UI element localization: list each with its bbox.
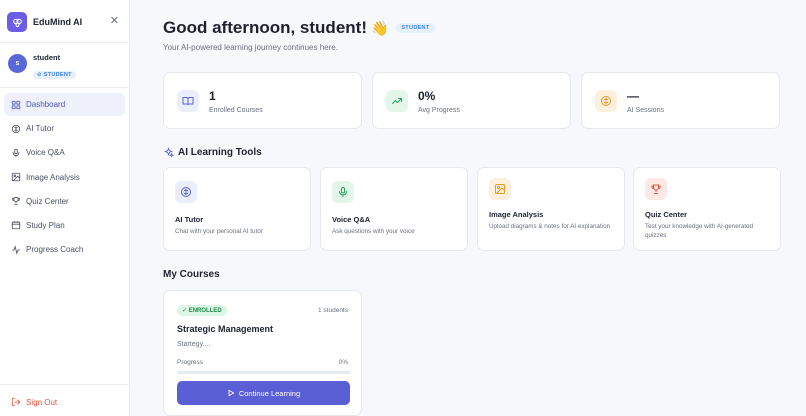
trending-up-icon: [386, 90, 408, 112]
brand-name: EduMind AI: [33, 17, 83, 27]
tool-card-voice-qa[interactable]: Voice Q&A Ask questions with your voice: [320, 167, 468, 251]
activity-icon: [11, 244, 21, 255]
stat-card-sessions: — AI Sessions: [581, 72, 780, 129]
stat-value: 1: [209, 89, 216, 103]
divider: [0, 87, 130, 88]
progress-bar: [177, 371, 350, 374]
sidebar-item-study-plan[interactable]: Study Plan: [4, 214, 125, 237]
page-subtitle: Your AI-powered learning journey continu…: [163, 43, 338, 52]
tool-description: Chat with your personal AI tutor: [175, 228, 263, 235]
course-description: Startegy....: [177, 341, 211, 348]
sidebar-item-progress-coach[interactable]: Progress Coach: [4, 238, 125, 261]
sidebar: EduMind AI ✕ s student ⊘ STUDENT Dashboa…: [0, 0, 130, 416]
brain-icon: [595, 90, 617, 112]
button-label: Continue Learning: [238, 388, 301, 398]
image-icon: [489, 178, 511, 200]
stat-label: AI Sessions: [627, 107, 664, 114]
trophy-icon: [645, 178, 667, 200]
stat-label: Enrolled Courses: [209, 107, 263, 114]
continue-learning-button[interactable]: Continue Learning: [177, 381, 350, 405]
wave-emoji: 👋: [370, 19, 389, 36]
sign-out-button[interactable]: Sign Out: [11, 397, 57, 407]
image-icon: [11, 172, 21, 182]
grid-icon: [11, 100, 21, 110]
avatar: s: [8, 54, 27, 73]
stat-value: —: [627, 89, 639, 103]
greeting: Good afternoon, student! 👋 STUDENT: [163, 18, 435, 38]
stat-value: 0%: [418, 89, 436, 103]
close-icon[interactable]: ✕: [110, 14, 119, 28]
progress-label: Progress: [177, 359, 204, 366]
role-badge: ⊘ STUDENT: [33, 71, 76, 79]
sidebar-item-label: Voice Q&A: [26, 148, 65, 158]
brain-icon: [11, 124, 21, 134]
tool-title: Quiz Center: [645, 210, 688, 219]
sidebar-item-label: AI Tutor: [26, 124, 55, 134]
role-badge: STUDENT: [396, 23, 435, 33]
stat-label: Avg Progress: [418, 107, 460, 114]
progress-value: 0%: [338, 359, 348, 366]
stat-card-enrolled: 1 Enrolled Courses: [163, 72, 362, 129]
main-content: Good afternoon, student! 👋 STUDENT Your …: [130, 0, 806, 416]
section-title-label: AI Learning Tools: [178, 147, 262, 158]
sidebar-item-label: Quiz Center: [26, 196, 69, 206]
section-title-label: My Courses: [163, 269, 220, 280]
sidebar-item-quiz-center[interactable]: Quiz Center: [4, 190, 125, 213]
user-profile: s student ⊘ STUDENT: [8, 52, 76, 81]
sidebar-item-image-analysis[interactable]: Image Analysis: [4, 166, 125, 189]
tool-description: Ask questions with your voice: [332, 228, 415, 235]
trophy-icon: [11, 196, 21, 206]
sidebar-item-label: Study Plan: [26, 220, 65, 230]
tool-title: Voice Q&A: [332, 215, 371, 224]
tool-card-ai-tutor[interactable]: AI Tutor Chat with your personal AI tuto…: [163, 167, 311, 251]
sidebar-item-ai-tutor[interactable]: AI Tutor: [4, 117, 125, 140]
tool-description: Upload diagrams & notes for AI explanati…: [489, 223, 611, 230]
sidebar-nav: Dashboard AI Tutor Voice Q&A Image Analy…: [4, 93, 125, 262]
tool-title: AI Tutor: [175, 215, 204, 224]
sidebar-item-label: Progress Coach: [26, 245, 84, 255]
course-card: ✓ ENROLLED 1 students Strategic Manageme…: [163, 290, 362, 416]
sparkles-icon: [163, 147, 175, 158]
divider: [0, 384, 130, 385]
mic-icon: [11, 148, 21, 158]
brand: EduMind AI ✕: [7, 11, 123, 33]
logout-icon: [11, 397, 21, 407]
student-count: 1 students: [318, 307, 348, 314]
play-icon: [227, 389, 235, 397]
user-name: student: [33, 53, 61, 62]
stat-card-progress: 0% Avg Progress: [372, 72, 571, 129]
sidebar-item-dashboard[interactable]: Dashboard: [4, 93, 125, 116]
sign-out-label: Sign Out: [26, 397, 58, 407]
sidebar-item-label: Image Analysis: [26, 172, 80, 182]
tool-card-image-analysis[interactable]: Image Analysis Upload diagrams & notes f…: [477, 167, 625, 251]
section-title-courses: My Courses: [163, 269, 220, 280]
sidebar-item-voice-qa[interactable]: Voice Q&A: [4, 141, 125, 164]
status-badge: ✓ ENROLLED: [177, 305, 227, 316]
tool-description: Test your knowledge with AI-generated qu…: [645, 223, 754, 239]
brain-logo-icon: [7, 12, 27, 32]
mic-icon: [332, 181, 354, 203]
role-badge-label: STUDENT: [43, 72, 72, 78]
calendar-icon: [11, 220, 21, 230]
book-icon: [177, 90, 199, 112]
brain-icon: [175, 181, 197, 203]
course-title: Strategic Management: [177, 324, 274, 334]
divider: [0, 42, 130, 43]
tool-title: Image Analysis: [489, 210, 544, 219]
section-title-tools: AI Learning Tools: [163, 147, 262, 158]
page-title: Good afternoon, student!: [163, 18, 367, 37]
sidebar-item-label: Dashboard: [26, 100, 66, 109]
tool-card-quiz-center[interactable]: Quiz Center Test your knowledge with AI-…: [633, 167, 781, 251]
